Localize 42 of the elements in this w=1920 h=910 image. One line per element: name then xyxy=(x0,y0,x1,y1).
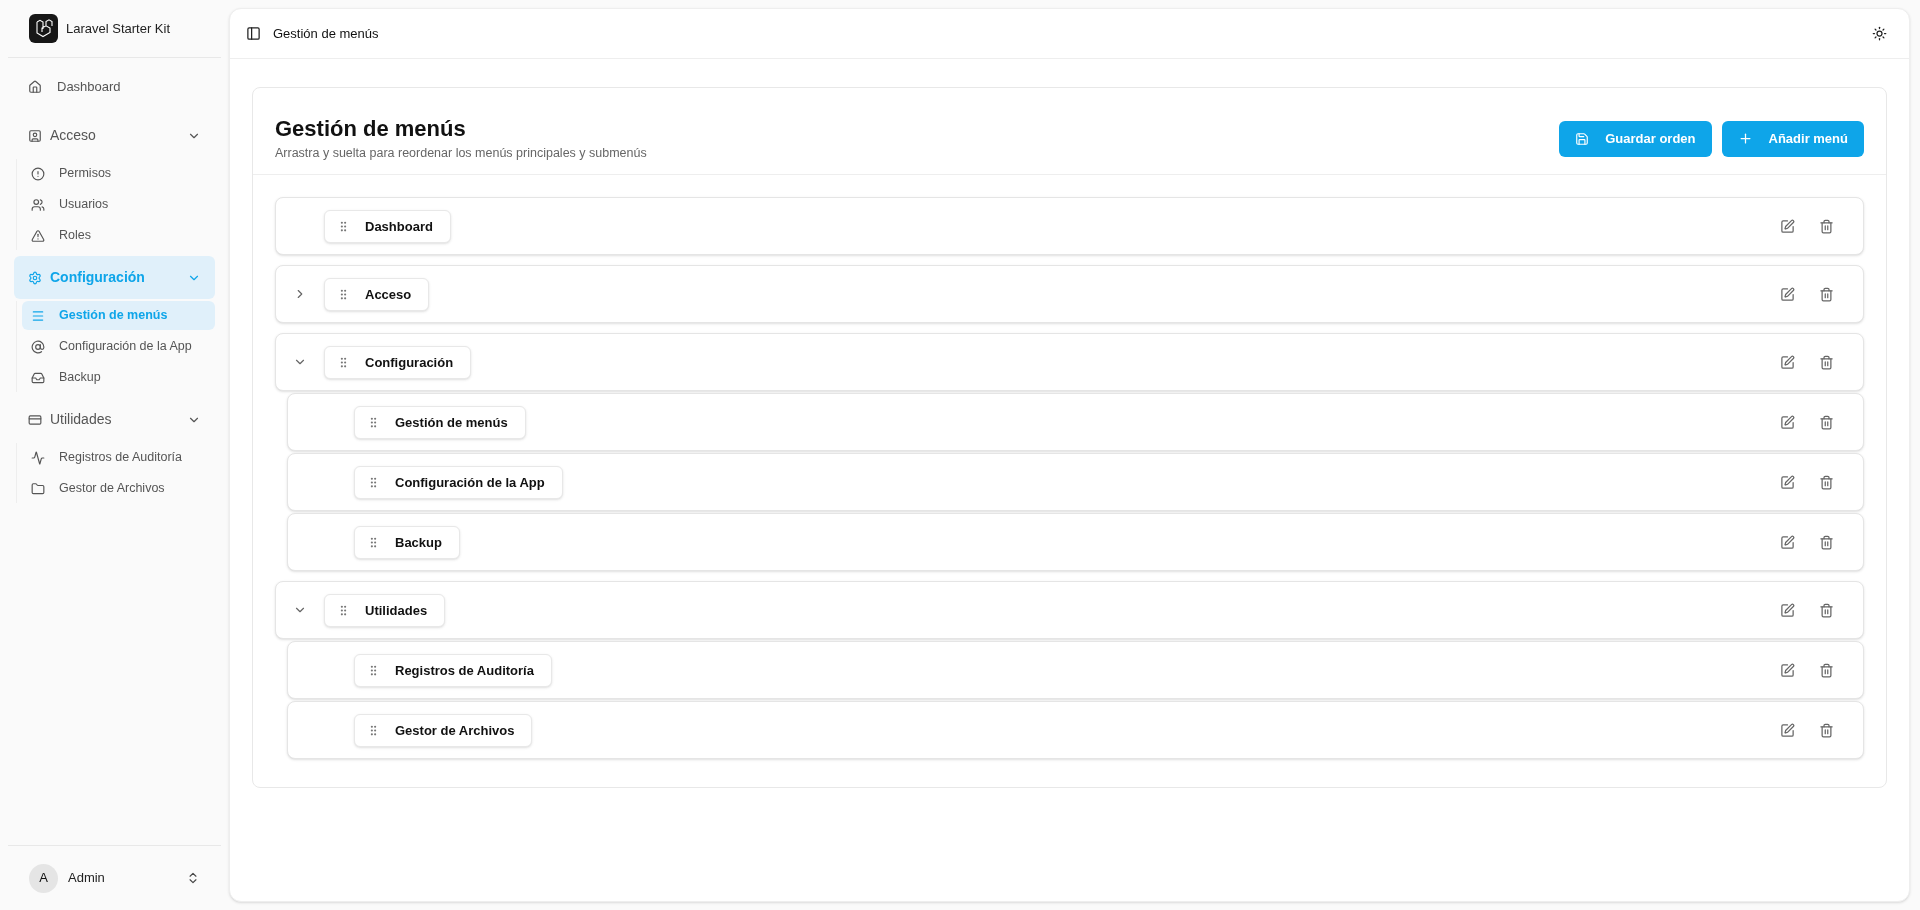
menu-item-chip[interactable]: Dashboard xyxy=(324,209,451,243)
menu-item-chip[interactable]: Registros de Auditoría xyxy=(354,653,552,687)
sidebar-toggle-icon[interactable] xyxy=(246,26,261,41)
page-title: Gestión de menús xyxy=(275,115,467,143)
inbox-icon xyxy=(31,370,45,385)
menu-item-chip[interactable]: Acceso xyxy=(324,277,430,311)
page-subtitle: Arrastra y suelta para reordenar los menús principales y submenús xyxy=(275,144,647,162)
card-icon xyxy=(28,412,42,427)
nav-link[interactable]: Permisos xyxy=(22,159,215,188)
user-menu[interactable]: A Admin xyxy=(8,863,221,893)
avatar: A xyxy=(29,863,58,893)
warning-icon xyxy=(31,228,45,243)
nav-link[interactable]: Gestor de Archivos xyxy=(22,474,215,503)
theme-toggle-icon[interactable] xyxy=(1872,26,1887,41)
home-icon xyxy=(28,80,42,94)
nav-link[interactable]: Registros de Auditoría xyxy=(22,443,215,472)
menu-item-chip[interactable]: Configuración de la App xyxy=(354,465,563,499)
alert-circle-icon xyxy=(31,166,45,181)
save-icon xyxy=(1575,131,1590,146)
menu-item-chip[interactable]: Configuración xyxy=(324,345,472,379)
menu-item-chip[interactable]: Utilidades xyxy=(324,593,446,627)
activity-icon xyxy=(31,450,45,465)
menu-item-chip[interactable]: Backup xyxy=(354,525,460,559)
breadcrumb: Gestión de menús xyxy=(273,24,380,43)
nav-link[interactable]: Roles xyxy=(22,221,215,250)
nav-group-header[interactable]: Utilidades xyxy=(14,398,215,441)
nav-link[interactable]: Configuración de la App xyxy=(22,332,215,361)
menu-item-chip[interactable]: Gestor de Archivos xyxy=(354,713,533,747)
folder-icon xyxy=(31,481,45,496)
user-badge-icon xyxy=(28,128,42,143)
plus-icon xyxy=(1737,131,1753,147)
settings-icon xyxy=(28,270,42,285)
nav-link[interactable]: Backup xyxy=(22,363,215,392)
nav-group-header[interactable]: Acceso xyxy=(14,114,215,157)
app-logo-icon xyxy=(29,14,58,43)
at-sign-icon xyxy=(31,339,45,354)
nav-link[interactable]: Usuarios xyxy=(22,190,215,219)
menu-icon xyxy=(31,308,45,323)
nav-link[interactable]: Dashboard xyxy=(14,70,215,104)
app-name: Laravel Starter Kit xyxy=(66,19,171,38)
users-icon xyxy=(31,197,45,212)
menu-item-chip[interactable]: Gestión de menús xyxy=(354,405,526,439)
